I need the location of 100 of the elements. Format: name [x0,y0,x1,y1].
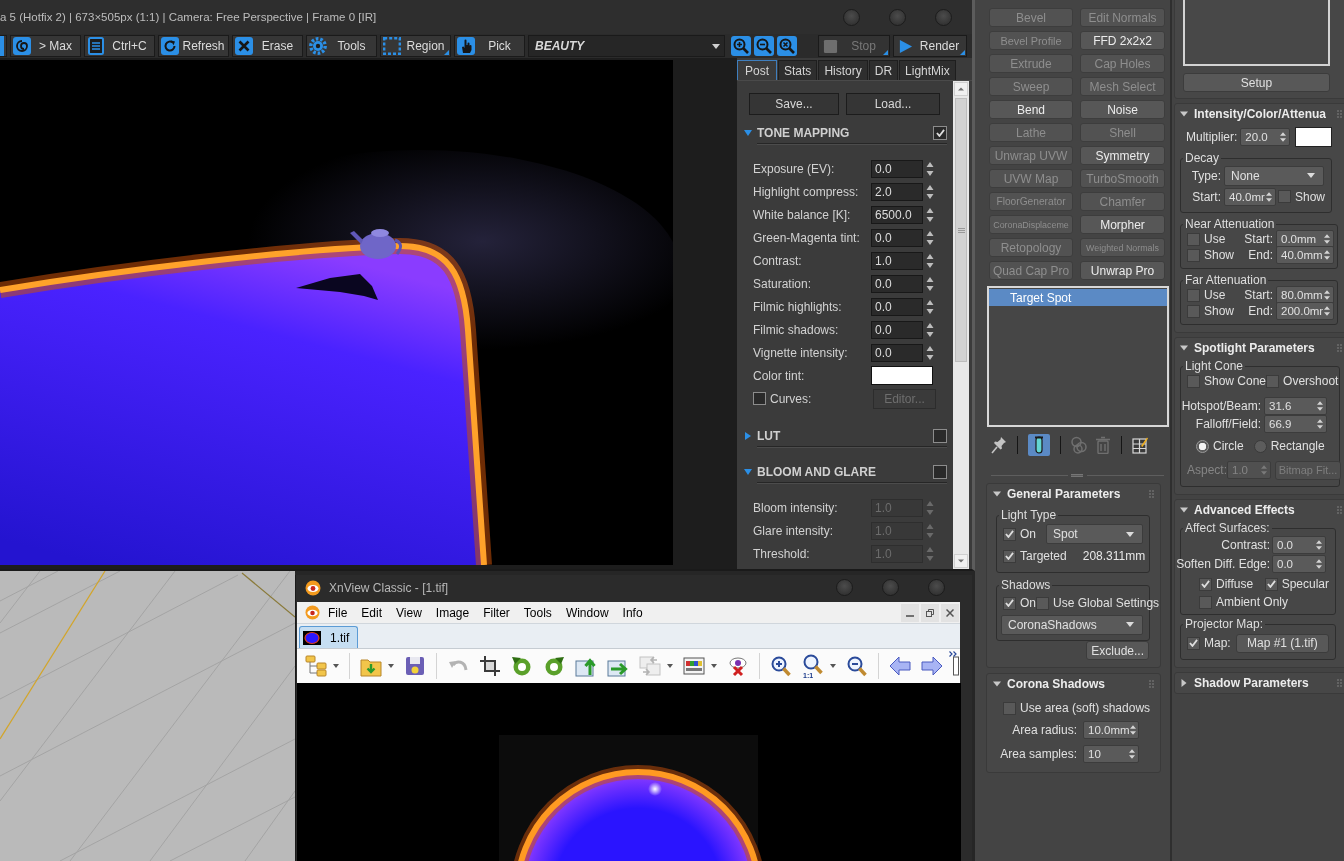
right-arrow-icon[interactable] [921,655,943,677]
magnifier-cross-icon[interactable] [777,36,797,56]
modifier-button[interactable]: FFD 2x2x2 [1080,31,1165,50]
spinner-field[interactable]: 0.0mm [1276,230,1334,248]
rollout-title[interactable]: Spotlight Parameters [1194,341,1315,355]
left-arrow-icon[interactable] [889,655,911,677]
restore-button[interactable] [921,603,939,622]
tube-icon[interactable] [1028,434,1050,456]
rollout-title[interactable]: Corona Shadows [1007,677,1105,691]
zoom-out-icon[interactable] [846,655,868,677]
triangle-icon[interactable] [744,468,752,476]
toolbar-button[interactable]: Erase [232,35,303,57]
scrollbar-thumb[interactable] [955,98,967,362]
checkbox-label[interactable]: Overshoot [1283,374,1339,388]
map-button[interactable]: Map #1 (1.tif) [1235,633,1329,653]
spinner-arrows-icon[interactable] [926,206,934,223]
modifier-button[interactable]: Noise [1080,100,1165,119]
checkbox[interactable] [1264,577,1278,591]
triangle-icon[interactable] [1180,506,1188,514]
minimize-button[interactable] [901,603,919,622]
checkbox-label[interactable]: Show [1294,189,1325,204]
spinner-field[interactable]: 66.9 [1264,415,1327,433]
scroll-up-icon[interactable] [954,82,968,96]
menu-item[interactable]: Edit [361,605,383,620]
checkbox[interactable] [1187,636,1200,650]
checkbox[interactable] [1036,596,1049,610]
spinner-field[interactable]: 0.0 [1272,554,1326,573]
pin-icon[interactable] [991,436,1007,454]
spinner-field[interactable]: 40.0mm [1276,246,1334,264]
checkbox-label[interactable]: Show Cone [1204,374,1267,388]
exclude-button[interactable]: Exclude... [1086,641,1149,660]
spinner-field[interactable]: 80.0mm [1276,286,1334,304]
zoom-in-icon[interactable] [770,655,792,677]
menu-item[interactable]: Window [565,605,609,620]
toolbar-button[interactable]: Refresh [158,35,229,57]
spinner-arrows-icon[interactable] [926,229,934,246]
checkbox-label[interactable]: Use Global Settings [1053,596,1160,610]
render-button[interactable]: Render [893,35,967,57]
checkbox-label[interactable]: Targeted [1020,549,1067,563]
spinner-arrows-icon[interactable] [926,183,934,200]
grip-icon[interactable] [1071,473,1084,477]
checkbox-label[interactable]: Show [1204,248,1235,262]
color-swatch[interactable] [871,366,933,385]
spinner-arrows-icon[interactable] [926,344,934,361]
tab[interactable]: DR [868,60,899,80]
section-title[interactable]: LUT [757,428,781,443]
toolbar-button[interactable]: > Max [10,35,81,57]
rollout-title[interactable]: General Parameters [1007,487,1121,501]
checkbox[interactable] [1003,596,1016,610]
close-button[interactable] [941,603,959,622]
checkbox-label[interactable]: On [1020,596,1036,610]
chevron-icon[interactable] [949,651,958,657]
section-title[interactable]: TONE MAPPING [757,125,850,140]
spinner-arrows-icon[interactable] [926,160,934,177]
checkbox[interactable] [1187,232,1200,246]
number-field[interactable]: 0.0 [871,297,923,316]
color-bars-icon[interactable] [683,655,705,677]
checkbox-label[interactable]: On [1020,527,1036,541]
spinner-arrows-icon[interactable] [926,321,934,338]
menu-item[interactable]: Info [622,605,643,620]
spinner-field[interactable]: 31.6 [1264,397,1327,415]
channel-dropdown[interactable]: BEAUTY [528,35,725,57]
checkbox-label[interactable]: Ambient Only [1216,595,1289,609]
toolbar-button[interactable]: Pick [454,35,525,57]
radio-button[interactable] [1196,439,1209,453]
number-field[interactable]: 0.0 [871,159,923,178]
spinner-arrows-icon[interactable] [926,275,934,292]
spinner-field[interactable]: 40.0mr [1224,187,1276,206]
menu-item[interactable]: Image [435,605,470,620]
toolbar-button[interactable]: Ctrl+C [84,35,155,57]
rollout-title[interactable]: Shadow Parameters [1194,676,1309,690]
scroll-down-icon[interactable] [954,554,968,568]
tab[interactable]: Stats [778,60,818,80]
caret-icon[interactable] [711,664,717,668]
spinner-field[interactable]: 20.0 [1240,128,1291,146]
number-field[interactable]: 6500.0 [871,205,923,224]
checkbox[interactable] [1187,304,1200,318]
checkbox[interactable] [933,464,947,479]
tab[interactable]: LightMix [899,60,956,80]
caret-icon[interactable] [830,664,836,668]
checkbox[interactable] [1003,549,1016,563]
spinner-field[interactable]: 200.0mr [1276,302,1334,320]
triangle-icon[interactable] [993,490,1001,498]
number-field[interactable]: 0.0 [871,320,923,339]
checkbox-label[interactable]: Map: [1204,636,1231,650]
checkbox-label[interactable]: Diffuse [1216,577,1254,591]
spinner-field[interactable]: 10.0mm [1083,721,1139,739]
modifier-button[interactable]: Morpher [1080,215,1165,234]
checkbox-label[interactable]: Use [1204,232,1226,246]
zoom-in-icon[interactable] [731,36,751,56]
radio-label[interactable]: Circle [1213,439,1244,453]
checkbox[interactable] [1199,595,1212,609]
dropdown[interactable]: CoronaShadows [1001,614,1143,635]
spinner-field[interactable]: 0.0 [1272,535,1326,554]
triangle-icon[interactable] [1180,110,1188,118]
crop-icon[interactable] [479,655,501,677]
dropdown[interactable]: Spot [1046,524,1143,544]
triangle-icon[interactable] [744,129,752,137]
menu-item[interactable]: View [396,605,422,620]
checkbox[interactable] [1187,288,1200,302]
